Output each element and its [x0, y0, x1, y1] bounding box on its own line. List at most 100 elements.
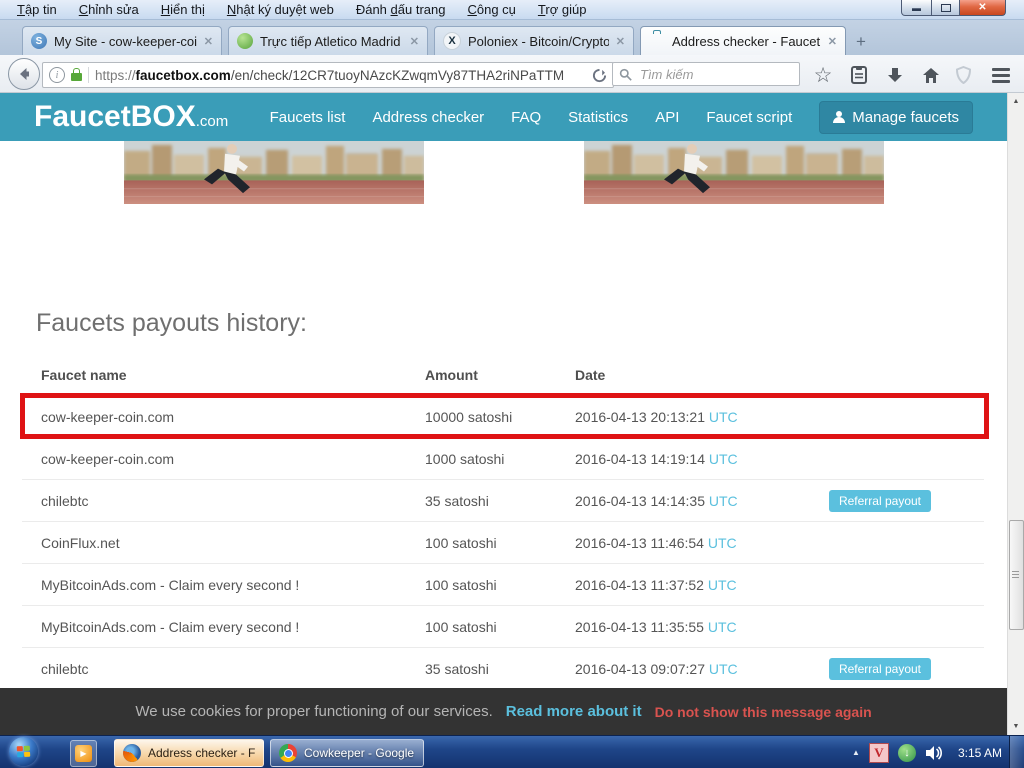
tab-address-checker[interactable]: Address checker - FaucetB... ✕ — [640, 26, 846, 55]
tab-atletico[interactable]: Trực tiếp Atletico Madrid v... ✕ — [228, 26, 428, 55]
nav-faq[interactable]: FAQ — [511, 109, 541, 126]
cookie-notice-bar: We use cookies for proper functioning of… — [0, 688, 1007, 735]
window-controls: ▬ ✕ — [901, 0, 1006, 16]
https-lock-icon[interactable] — [71, 68, 82, 81]
tab-title: My Site - cow-keeper-coin.... — [54, 33, 197, 49]
page-scrollbar[interactable]: ▲ ▼ — [1007, 93, 1024, 735]
nav-faucets-list[interactable]: Faucets list — [270, 109, 346, 126]
site-logo[interactable]: FaucetBOX.com — [34, 100, 228, 134]
system-tray: ▲ V ↓ 3:15 AM — [852, 736, 1008, 768]
menu-hamburger-icon[interactable] — [990, 64, 1012, 86]
close-button[interactable]: ✕ — [959, 0, 1006, 16]
menu-file[interactable]: Tập tin — [6, 1, 68, 18]
faucet-name: chilebtc — [41, 660, 89, 677]
site-nav: Faucets list Address checker FAQ Statist… — [270, 93, 973, 141]
amount: 35 satoshi — [425, 660, 489, 677]
show-desktop-button[interactable] — [1009, 736, 1024, 768]
tab-poloniex[interactable]: X Poloniex - Bitcoin/Cryptoc... ✕ — [434, 26, 634, 55]
amount: 10000 satoshi — [425, 408, 513, 425]
minimize-button[interactable]: ▬ — [901, 0, 932, 16]
site-header: FaucetBOX.com Faucets list Address check… — [0, 93, 1007, 141]
start-button[interactable] — [9, 737, 38, 766]
payouts-heading: Faucets payouts history: — [36, 309, 307, 337]
tab-close-icon[interactable]: ✕ — [616, 35, 625, 48]
menu-help[interactable]: Trợ giúp — [527, 1, 598, 18]
new-tab-button[interactable]: + — [856, 32, 866, 52]
windows-logo-icon — [16, 745, 31, 758]
utc-link[interactable]: UTC — [708, 619, 737, 635]
page-info-icon[interactable]: i — [49, 67, 65, 83]
nav-statistics[interactable]: Statistics — [568, 109, 628, 126]
manage-faucets-button[interactable]: Manage faucets — [819, 100, 973, 134]
col-amount: Amount — [425, 367, 478, 383]
date: 2016-04-13 11:37:52 UTC — [575, 576, 737, 593]
utc-link[interactable]: UTC — [709, 451, 738, 467]
menu-tools[interactable]: Công cụ — [456, 1, 526, 18]
page-content: FaucetBOX.com Faucets list Address check… — [0, 93, 1007, 735]
tab-close-icon[interactable]: ✕ — [204, 35, 213, 48]
nav-faucet-script[interactable]: Faucet script — [706, 109, 792, 126]
utc-link[interactable]: UTC — [709, 409, 738, 425]
url-bar[interactable]: i https://faucetbox.com/en/check/12CR7tu… — [42, 62, 614, 88]
menu-edit[interactable]: Chỉnh sửa — [68, 1, 150, 18]
search-input[interactable] — [638, 65, 793, 83]
bookmark-star-icon[interactable]: ☆ — [812, 64, 834, 87]
table-row: cow-keeper-coin.com 1000 satoshi 2016-04… — [22, 438, 984, 480]
navigation-toolbar: i https://faucetbox.com/en/check/12CR7tu… — [0, 55, 1024, 93]
date: 2016-04-13 14:14:35 UTC — [575, 492, 738, 509]
taskbar-chrome-button[interactable]: Cowkeeper - Google ... — [270, 739, 424, 767]
utc-link[interactable]: UTC — [708, 577, 737, 593]
utc-link[interactable]: UTC — [708, 535, 737, 551]
menu-history[interactable]: Nhật ký duyệt web — [216, 1, 345, 18]
cookie-read-more-link[interactable]: Read more about it — [506, 703, 642, 720]
tab-close-icon[interactable]: ✕ — [410, 35, 419, 48]
reload-icon[interactable] — [592, 68, 607, 83]
home-icon[interactable] — [920, 64, 942, 86]
briefcase-favicon-icon — [649, 33, 665, 49]
firefox-icon — [123, 744, 141, 762]
scroll-up-icon[interactable]: ▲ — [1008, 93, 1024, 110]
table-header-row: Faucet name Amount Date — [22, 356, 984, 396]
scroll-down-icon[interactable]: ▼ — [1008, 718, 1024, 735]
nav-address-checker[interactable]: Address checker — [372, 109, 484, 126]
shield-icon[interactable] — [952, 64, 974, 86]
tray-expand-icon[interactable]: ▲ — [852, 748, 860, 757]
downloads-icon[interactable] — [884, 64, 906, 86]
tab-my-site[interactable]: S My Site - cow-keeper-coin.... ✕ — [22, 26, 222, 55]
promo-banner-left[interactable] — [124, 141, 424, 204]
faucet-name: cow-keeper-coin.com — [41, 408, 175, 425]
taskbar-clock[interactable]: 3:15 AM — [952, 746, 1008, 760]
col-faucet-name: Faucet name — [41, 367, 127, 383]
bookmarks-panel-icon[interactable] — [848, 64, 870, 86]
payouts-table: Faucet name Amount Date cow-keeper-coin.… — [20, 356, 989, 690]
menu-view[interactable]: Hiển thị — [150, 1, 216, 18]
faucet-name: CoinFlux.net — [41, 534, 120, 551]
taskbar-firefox-button[interactable]: Address checker - Fa... — [114, 739, 264, 767]
tray-v-app-icon[interactable]: V — [868, 742, 889, 763]
promo-banner-right[interactable] — [584, 141, 884, 204]
amount: 100 satoshi — [425, 534, 497, 551]
referral-payout-badge[interactable]: Referral payout — [828, 489, 931, 512]
browser-menubar: Tập tin Chỉnh sửa Hiển thị Nhật ký duyệt… — [0, 0, 1024, 20]
url-text[interactable]: https://faucetbox.com/en/check/12CR7tuoy… — [95, 68, 586, 83]
faucet-name: MyBitcoinAds.com - Claim every second ! — [41, 576, 300, 593]
tray-idm-icon[interactable]: ↓ — [897, 743, 916, 762]
cookie-dismiss-link[interactable]: Do not show this message again — [655, 704, 872, 720]
referral-payout-badge[interactable]: Referral payout — [828, 657, 931, 680]
amount: 100 satoshi — [425, 576, 497, 593]
utc-link[interactable]: UTC — [709, 493, 738, 509]
table-row: CoinFlux.net 100 satoshi 2016-04-13 11:4… — [22, 522, 984, 564]
menu-bookmarks[interactable]: Đánh dấu trang — [345, 1, 457, 18]
search-box[interactable] — [612, 62, 800, 86]
quick-launch-media-icon[interactable]: ▶ — [70, 740, 97, 767]
volume-icon[interactable] — [925, 745, 943, 761]
nav-api[interactable]: API — [655, 109, 679, 126]
maximize-button[interactable] — [932, 0, 959, 16]
faucet-name: chilebtc — [41, 492, 89, 509]
back-button[interactable] — [8, 58, 40, 90]
tab-close-icon[interactable]: ✕ — [828, 35, 837, 48]
utc-link[interactable]: UTC — [709, 661, 738, 677]
user-icon — [833, 111, 846, 123]
my-site-favicon-icon: S — [31, 33, 47, 49]
scrollbar-thumb[interactable] — [1009, 520, 1024, 630]
